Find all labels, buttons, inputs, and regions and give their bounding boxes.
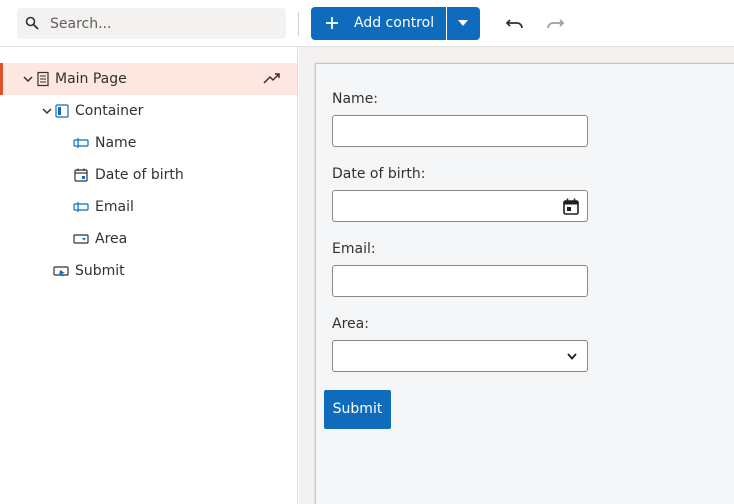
search-box[interactable]: Search... — [17, 8, 286, 39]
dropdown-icon — [73, 234, 89, 244]
email-label: Email: — [332, 241, 376, 257]
toolbar-divider — [298, 12, 299, 36]
trend-up-icon[interactable] — [263, 72, 281, 84]
tree-item-label: Name — [95, 135, 137, 151]
tree-item-container[interactable]: Container — [0, 95, 297, 127]
chevron-down-icon — [567, 353, 577, 360]
tree-item-email[interactable]: Email — [0, 191, 297, 223]
chevron-down-icon[interactable] — [42, 107, 52, 115]
redo-icon[interactable] — [544, 14, 566, 34]
container-icon — [55, 104, 69, 118]
submit-button[interactable]: Submit — [324, 390, 391, 429]
tree-view-panel: Main Page Container Name Date of birth E… — [0, 47, 298, 504]
area-dropdown[interactable] — [332, 340, 588, 372]
name-input[interactable] — [332, 115, 588, 147]
tree-item-name[interactable]: Name — [0, 127, 297, 159]
tree-item-label: Container — [75, 103, 144, 119]
name-label: Name: — [332, 91, 379, 107]
caret-down-icon — [458, 20, 468, 26]
chevron-down-icon[interactable] — [23, 75, 33, 83]
text-input-icon — [73, 202, 89, 212]
text-input-icon — [73, 138, 89, 148]
button-icon — [53, 266, 69, 277]
calendar-icon[interactable] — [563, 198, 579, 215]
toolbar: Search... Add control — [0, 0, 734, 47]
area-label: Area: — [332, 316, 369, 332]
calendar-icon — [74, 168, 88, 182]
tree-item-main-page[interactable]: Main Page — [0, 63, 297, 95]
tree-item-area[interactable]: Area — [0, 223, 297, 255]
undo-icon[interactable] — [504, 14, 526, 34]
search-icon — [25, 16, 39, 30]
tree-item-submit[interactable]: Submit — [0, 255, 297, 287]
add-control-label: Add control — [354, 15, 435, 31]
page-icon — [37, 71, 49, 87]
add-control-dropdown-button[interactable] — [447, 7, 480, 40]
tree-item-label: Area — [95, 231, 128, 247]
tree-item-label: Date of birth — [95, 167, 184, 183]
tree-item-label: Submit — [75, 263, 125, 279]
plus-icon — [326, 17, 338, 29]
form-preview[interactable]: Name: Date of birth: Email: Area: Submit — [315, 63, 734, 504]
add-control-button[interactable]: Add control — [311, 7, 446, 40]
tree-item-date-of-birth[interactable]: Date of birth — [0, 159, 297, 191]
search-input[interactable]: Search... — [50, 16, 111, 32]
design-canvas: Name: Date of birth: Email: Area: Submit — [299, 47, 734, 504]
date-of-birth-label: Date of birth: — [332, 166, 426, 182]
email-input[interactable] — [332, 265, 588, 297]
date-of-birth-input[interactable] — [332, 190, 588, 222]
tree-item-label: Main Page — [55, 71, 127, 87]
tree-item-label: Email — [95, 199, 134, 215]
